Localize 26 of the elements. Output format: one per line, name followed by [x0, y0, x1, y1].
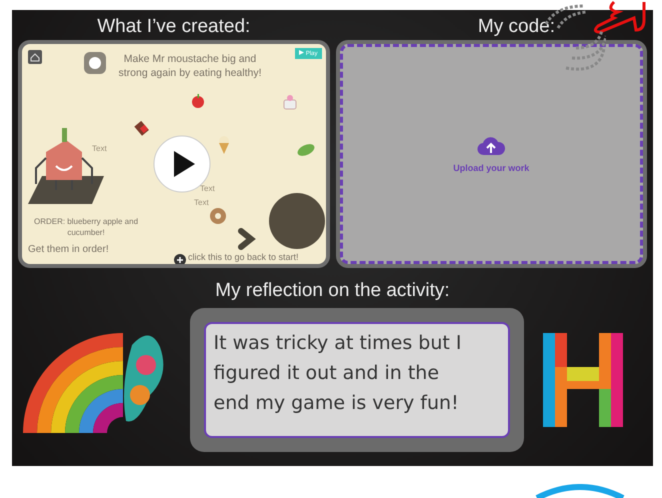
- hint-text: Get them in order!: [28, 244, 109, 255]
- chevron-icon: [238, 228, 256, 250]
- back-text: click this to go back to start!: [188, 252, 299, 262]
- reflection-text[interactable]: It was tricky at times but I figured it out and in the end my game is very fun!: [204, 322, 510, 438]
- plus-icon[interactable]: [174, 254, 186, 264]
- upload-panel[interactable]: Upload your work: [336, 40, 647, 268]
- home-icon[interactable]: [28, 50, 42, 64]
- cake-icon: [282, 94, 298, 110]
- section-heading: My code:: [478, 15, 555, 39]
- apple-icon: [191, 94, 205, 108]
- text-label: Text: [194, 198, 209, 207]
- order-text: ORDER: blueberry apple and cucumber!: [32, 216, 140, 238]
- text-label: Text: [92, 144, 107, 153]
- donut-icon: [208, 206, 228, 226]
- sprite-icon: [84, 52, 106, 74]
- circle-shape: [268, 192, 326, 250]
- cucumber-icon: [296, 142, 316, 158]
- section-heading: What I’ve created:: [96, 15, 252, 39]
- text-label: Text: [200, 184, 215, 193]
- upload-label: Upload your work: [453, 163, 530, 173]
- cloud-upload-icon[interactable]: [477, 135, 506, 157]
- section-heading: My reflection on the activity:: [214, 279, 451, 303]
- ice-cream-icon: [218, 136, 230, 154]
- game-instruction: Make Mr moustache big and strong again by eating healthy!: [117, 52, 263, 80]
- play-icon: [298, 50, 304, 55]
- logo-icon: [543, 333, 623, 427]
